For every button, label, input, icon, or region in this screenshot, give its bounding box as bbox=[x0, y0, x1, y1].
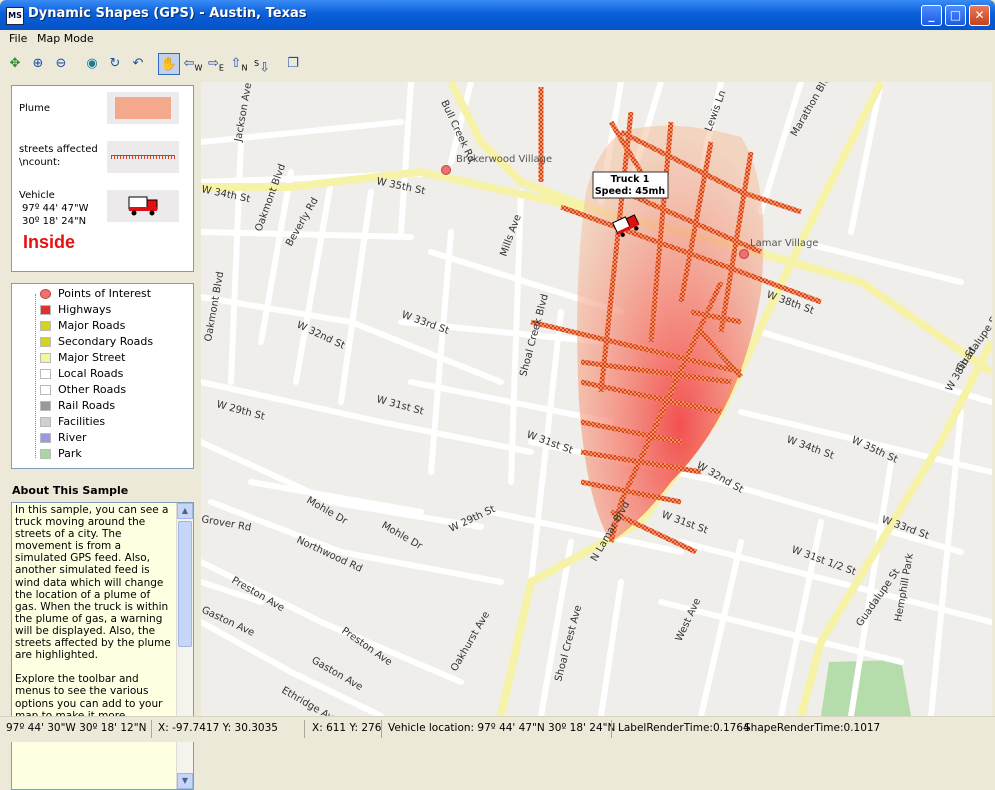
select-icon[interactable]: ✥ bbox=[4, 53, 26, 75]
legend-row-label: Points of Interest bbox=[58, 287, 152, 300]
about-text: In this sample, you can see a truck movi… bbox=[15, 504, 171, 722]
legend-row-label: Other Roads bbox=[58, 383, 127, 396]
about-scrollbar[interactable]: ▲ ▼ bbox=[176, 503, 193, 789]
legend-row-label: Highways bbox=[58, 303, 112, 316]
pan-west-icon[interactable]: ⇦W bbox=[182, 53, 204, 75]
legend-swatch-icon bbox=[40, 289, 51, 299]
zoom-in-icon[interactable]: ⊕ bbox=[27, 53, 49, 75]
layers-icon[interactable]: ❐ bbox=[282, 53, 304, 75]
status-pixel: X: 611 Y: 276 bbox=[312, 722, 382, 734]
legend-row-label: Local Roads bbox=[58, 367, 124, 380]
map-canvas[interactable]: Brykerwood Village Lamar Village Truck 1… bbox=[201, 82, 992, 716]
status-separator bbox=[304, 720, 305, 738]
toolbar: ✥ ⊕ ⊖ ◉ ↻ ↶ ✋ ⇦W ⇨E ⇧N S⇩ ❐ bbox=[0, 49, 995, 82]
pan-east-icon[interactable]: ⇨E bbox=[205, 53, 227, 75]
legend-row-label: Park bbox=[58, 447, 82, 460]
legend-row-label: River bbox=[58, 431, 87, 444]
about-textbox[interactable]: In this sample, you can see a truck movi… bbox=[11, 502, 194, 790]
undo-icon[interactable]: ↶ bbox=[127, 53, 149, 75]
status-separator bbox=[151, 720, 152, 738]
vehicle-latitude: 30º 18' 24"N bbox=[22, 216, 87, 227]
status-dms: 97º 44' 30"W 30º 18' 12"N bbox=[6, 722, 147, 734]
pan-south-icon[interactable]: S⇩ bbox=[251, 53, 273, 75]
park-area bbox=[821, 660, 911, 716]
legend-swatch-icon bbox=[40, 337, 51, 347]
app-icon: MS bbox=[6, 7, 24, 25]
window-title: Dynamic Shapes (GPS) - Austin, Texas bbox=[28, 6, 307, 21]
legend-row-label: Secondary Roads bbox=[58, 335, 154, 348]
zoom-out-icon[interactable]: ⊖ bbox=[50, 53, 72, 75]
poi-marker[interactable] bbox=[441, 165, 451, 175]
left-panel: Plume streets affected\ncount: Vehicle 9… bbox=[0, 82, 201, 790]
refresh-icon[interactable]: ↻ bbox=[104, 53, 126, 75]
menu-file[interactable]: File bbox=[9, 32, 27, 45]
legend-row-label: Major Roads bbox=[58, 319, 126, 332]
globe-icon[interactable]: ◉ bbox=[81, 53, 103, 75]
scroll-down-button[interactable]: ▼ bbox=[177, 773, 193, 789]
status-legend: Plume streets affected\ncount: Vehicle 9… bbox=[11, 85, 194, 272]
vehicle-label: Vehicle bbox=[19, 190, 55, 201]
scroll-up-button[interactable]: ▲ bbox=[177, 503, 193, 519]
legend-swatch-icon bbox=[40, 401, 51, 411]
tree-line bbox=[35, 294, 36, 458]
pan-north-icon[interactable]: ⇧N bbox=[228, 53, 250, 75]
place-label: Lamar Village bbox=[750, 238, 818, 249]
status-bar: 97º 44' 30"W 30º 18' 12"N X: -97.7417 Y:… bbox=[0, 716, 995, 742]
status-vehicle: Vehicle location: 97º 44' 47"N 30º 18' 2… bbox=[388, 722, 616, 734]
layer-legend: Points of Interest Highways Major Roads Sec… bbox=[11, 283, 194, 469]
legend-swatch-icon bbox=[40, 433, 51, 443]
menu-bar: File Map Mode bbox=[0, 30, 995, 49]
legend-row-label: Major Street bbox=[58, 351, 126, 364]
truck-icon bbox=[128, 196, 158, 216]
svg-text:Truck 1: Truck 1 bbox=[611, 174, 650, 185]
plume-swatch bbox=[107, 92, 179, 124]
legend-swatch-icon bbox=[40, 417, 51, 427]
legend-swatch-icon bbox=[40, 369, 51, 379]
legend-swatch-icon bbox=[40, 353, 51, 363]
pan-hand-icon[interactable]: ✋ bbox=[158, 53, 180, 75]
map-view[interactable]: Brykerwood Village Lamar Village Truck 1… bbox=[201, 82, 992, 716]
legend-row-label: Facilities bbox=[58, 415, 106, 428]
vehicle-longitude: 97º 44' 47"W bbox=[22, 203, 89, 214]
status-shape-time: ShapeRenderTime:0.1017 bbox=[744, 722, 881, 734]
legend-swatch-icon bbox=[40, 449, 51, 459]
truck-callout: Truck 1 Speed: 45mh bbox=[592, 171, 669, 199]
menu-map-mode[interactable]: Map Mode bbox=[37, 32, 94, 45]
inside-warning: Inside bbox=[23, 232, 76, 252]
vehicle-swatch bbox=[107, 190, 179, 222]
close-button[interactable]: ✕ bbox=[969, 5, 990, 26]
about-title: About This Sample bbox=[12, 484, 129, 497]
legend-swatch-icon bbox=[40, 385, 51, 395]
legend-swatch-icon bbox=[40, 305, 51, 315]
poi-marker[interactable] bbox=[739, 249, 749, 259]
streets-label: streets affected\ncount: bbox=[19, 144, 98, 168]
svg-text:Speed: 45mh: Speed: 45mh bbox=[595, 186, 666, 197]
streets-swatch bbox=[107, 141, 179, 173]
status-lonlat: X: -97.7417 Y: 30.3035 bbox=[158, 722, 278, 734]
maximize-button[interactable]: □ bbox=[945, 5, 966, 26]
status-separator bbox=[611, 720, 612, 738]
legend-row-label: Rail Roads bbox=[58, 399, 116, 412]
legend-swatch-icon bbox=[40, 321, 51, 331]
status-label-time: LabelRenderTime:0.1764 bbox=[618, 722, 750, 734]
status-separator bbox=[381, 720, 382, 738]
plume-label: Plume bbox=[19, 103, 51, 114]
minimize-button[interactable]: _ bbox=[921, 5, 942, 26]
scroll-thumb[interactable] bbox=[178, 521, 192, 647]
title-bar: MS Dynamic Shapes (GPS) - Austin, Texas … bbox=[0, 0, 995, 30]
